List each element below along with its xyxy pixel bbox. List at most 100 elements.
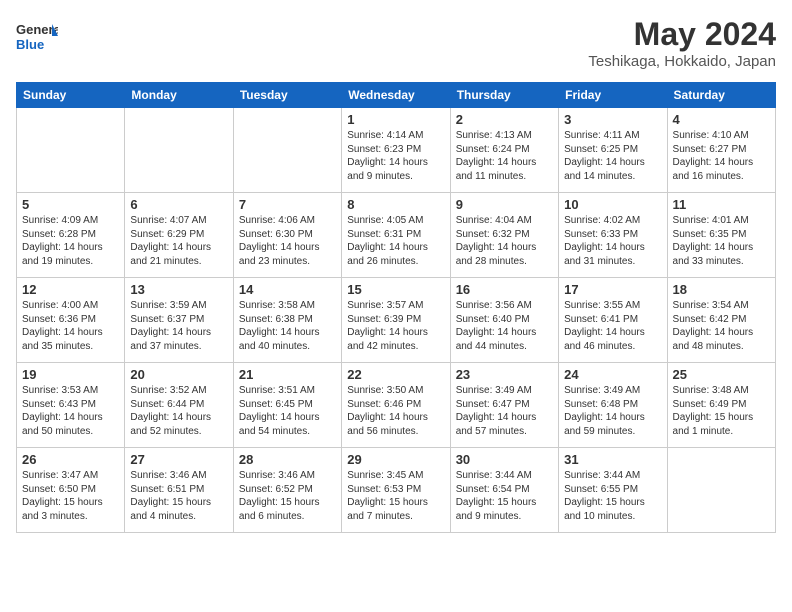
weekday-header-sunday: Sunday xyxy=(17,83,125,108)
day-info: Sunrise: 3:49 AMSunset: 6:47 PMDaylight:… xyxy=(456,384,553,438)
day-info: Sunrise: 3:48 AMSunset: 6:49 PMDaylight:… xyxy=(673,384,770,438)
weekday-header-saturday: Saturday xyxy=(667,83,775,108)
day-info: Sunrise: 4:06 AMSunset: 6:30 PMDaylight:… xyxy=(239,214,336,268)
day-number: 12 xyxy=(22,282,119,297)
calendar-table: SundayMondayTuesdayWednesdayThursdayFrid… xyxy=(16,82,776,533)
calendar-cell: 29 Sunrise: 3:45 AMSunset: 6:53 PMDayligh… xyxy=(342,448,450,533)
day-number: 19 xyxy=(22,367,119,382)
page-header: General Blue May 2024 Teshikaga, Hokkaid… xyxy=(16,16,776,70)
calendar-cell: 3 Sunrise: 4:11 AMSunset: 6:25 PMDaylight… xyxy=(559,108,667,193)
weekday-header-thursday: Thursday xyxy=(450,83,558,108)
calendar-cell xyxy=(125,108,233,193)
day-number: 13 xyxy=(130,282,227,297)
day-info: Sunrise: 3:50 AMSunset: 6:46 PMDaylight:… xyxy=(347,384,444,438)
day-info: Sunrise: 3:52 AMSunset: 6:44 PMDaylight:… xyxy=(130,384,227,438)
day-info: Sunrise: 3:59 AMSunset: 6:37 PMDaylight:… xyxy=(130,299,227,353)
day-number: 28 xyxy=(239,452,336,467)
day-info: Sunrise: 4:04 AMSunset: 6:32 PMDaylight:… xyxy=(456,214,553,268)
day-number: 26 xyxy=(22,452,119,467)
calendar-cell: 1 Sunrise: 4:14 AMSunset: 6:23 PMDaylight… xyxy=(342,108,450,193)
day-number: 3 xyxy=(564,112,661,127)
day-info: Sunrise: 4:11 AMSunset: 6:25 PMDaylight:… xyxy=(564,129,661,183)
day-number: 6 xyxy=(130,197,227,212)
calendar-week-1: 5 Sunrise: 4:09 AMSunset: 6:28 PMDaylight… xyxy=(17,193,776,278)
day-number: 2 xyxy=(456,112,553,127)
calendar-cell: 31 Sunrise: 3:44 AMSunset: 6:55 PMDayligh… xyxy=(559,448,667,533)
weekday-header-tuesday: Tuesday xyxy=(233,83,341,108)
calendar-cell: 16 Sunrise: 3:56 AMSunset: 6:40 PMDayligh… xyxy=(450,278,558,363)
day-info: Sunrise: 3:44 AMSunset: 6:55 PMDaylight:… xyxy=(564,469,661,523)
day-info: Sunrise: 3:55 AMSunset: 6:41 PMDaylight:… xyxy=(564,299,661,353)
calendar-cell: 15 Sunrise: 3:57 AMSunset: 6:39 PMDayligh… xyxy=(342,278,450,363)
calendar-cell: 11 Sunrise: 4:01 AMSunset: 6:35 PMDayligh… xyxy=(667,193,775,278)
day-info: Sunrise: 3:57 AMSunset: 6:39 PMDaylight:… xyxy=(347,299,444,353)
day-info: Sunrise: 4:10 AMSunset: 6:27 PMDaylight:… xyxy=(673,129,770,183)
location-title: Teshikaga, Hokkaido, Japan xyxy=(588,53,776,70)
svg-text:Blue: Blue xyxy=(16,37,44,52)
calendar-cell xyxy=(17,108,125,193)
month-title: May 2024 xyxy=(588,16,776,53)
calendar-cell: 10Sunrise: 4:02 AMSunset: 6:33 PMDayligh… xyxy=(559,193,667,278)
title-block: May 2024 Teshikaga, Hokkaido, Japan xyxy=(588,16,776,70)
day-info: Sunrise: 4:14 AMSunset: 6:23 PMDaylight:… xyxy=(347,129,444,183)
day-number: 11 xyxy=(673,197,770,212)
day-info: Sunrise: 4:09 AMSunset: 6:28 PMDaylight:… xyxy=(22,214,119,268)
calendar-cell: 2 Sunrise: 4:13 AMSunset: 6:24 PMDaylight… xyxy=(450,108,558,193)
calendar-cell: 22Sunrise: 3:50 AMSunset: 6:46 PMDayligh… xyxy=(342,363,450,448)
day-number: 30 xyxy=(456,452,553,467)
calendar-cell: 21 Sunrise: 3:51 AMSunset: 6:45 PMDayligh… xyxy=(233,363,341,448)
calendar-cell: 24 Sunrise: 3:49 AMSunset: 6:48 PMDayligh… xyxy=(559,363,667,448)
day-info: Sunrise: 4:02 AMSunset: 6:33 PMDaylight:… xyxy=(564,214,661,268)
logo: General Blue xyxy=(16,16,58,58)
day-number: 29 xyxy=(347,452,444,467)
day-info: Sunrise: 4:05 AMSunset: 6:31 PMDaylight:… xyxy=(347,214,444,268)
day-number: 9 xyxy=(456,197,553,212)
calendar-cell: 7 Sunrise: 4:06 AMSunset: 6:30 PMDaylight… xyxy=(233,193,341,278)
calendar-cell: 14Sunrise: 3:58 AMSunset: 6:38 PMDayligh… xyxy=(233,278,341,363)
calendar-cell: 9 Sunrise: 4:04 AMSunset: 6:32 PMDaylight… xyxy=(450,193,558,278)
day-info: Sunrise: 3:54 AMSunset: 6:42 PMDaylight:… xyxy=(673,299,770,353)
calendar-cell xyxy=(667,448,775,533)
day-info: Sunrise: 3:49 AMSunset: 6:48 PMDaylight:… xyxy=(564,384,661,438)
calendar-cell: 27 Sunrise: 3:46 AMSunset: 6:51 PMDayligh… xyxy=(125,448,233,533)
day-info: Sunrise: 3:46 AMSunset: 6:52 PMDaylight:… xyxy=(239,469,336,523)
calendar-week-0: 1 Sunrise: 4:14 AMSunset: 6:23 PMDaylight… xyxy=(17,108,776,193)
day-number: 31 xyxy=(564,452,661,467)
calendar-cell: 17 Sunrise: 3:55 AMSunset: 6:41 PMDayligh… xyxy=(559,278,667,363)
day-number: 14 xyxy=(239,282,336,297)
day-number: 15 xyxy=(347,282,444,297)
day-info: Sunrise: 3:47 AMSunset: 6:50 PMDaylight:… xyxy=(22,469,119,523)
calendar-cell: 20Sunrise: 3:52 AMSunset: 6:44 PMDayligh… xyxy=(125,363,233,448)
day-info: Sunrise: 3:46 AMSunset: 6:51 PMDaylight:… xyxy=(130,469,227,523)
calendar-cell: 28 Sunrise: 3:46 AMSunset: 6:52 PMDayligh… xyxy=(233,448,341,533)
calendar-week-4: 26 Sunrise: 3:47 AMSunset: 6:50 PMDayligh… xyxy=(17,448,776,533)
day-info: Sunrise: 4:01 AMSunset: 6:35 PMDaylight:… xyxy=(673,214,770,268)
weekday-header-wednesday: Wednesday xyxy=(342,83,450,108)
day-info: Sunrise: 3:56 AMSunset: 6:40 PMDaylight:… xyxy=(456,299,553,353)
day-number: 8 xyxy=(347,197,444,212)
day-number: 5 xyxy=(22,197,119,212)
calendar-cell: 4 Sunrise: 4:10 AMSunset: 6:27 PMDaylight… xyxy=(667,108,775,193)
weekday-header-row: SundayMondayTuesdayWednesdayThursdayFrid… xyxy=(17,83,776,108)
calendar-cell: 8 Sunrise: 4:05 AMSunset: 6:31 PMDaylight… xyxy=(342,193,450,278)
day-number: 27 xyxy=(130,452,227,467)
day-number: 1 xyxy=(347,112,444,127)
day-number: 24 xyxy=(564,367,661,382)
day-info: Sunrise: 3:51 AMSunset: 6:45 PMDaylight:… xyxy=(239,384,336,438)
day-info: Sunrise: 3:45 AMSunset: 6:53 PMDaylight:… xyxy=(347,469,444,523)
day-number: 25 xyxy=(673,367,770,382)
calendar-cell xyxy=(233,108,341,193)
day-number: 7 xyxy=(239,197,336,212)
day-number: 21 xyxy=(239,367,336,382)
calendar-cell: 26 Sunrise: 3:47 AMSunset: 6:50 PMDayligh… xyxy=(17,448,125,533)
day-info: Sunrise: 4:13 AMSunset: 6:24 PMDaylight:… xyxy=(456,129,553,183)
weekday-header-friday: Friday xyxy=(559,83,667,108)
day-number: 4 xyxy=(673,112,770,127)
day-number: 17 xyxy=(564,282,661,297)
calendar-cell: 30Sunrise: 3:44 AMSunset: 6:54 PMDayligh… xyxy=(450,448,558,533)
calendar-cell: 5 Sunrise: 4:09 AMSunset: 6:28 PMDaylight… xyxy=(17,193,125,278)
weekday-header-monday: Monday xyxy=(125,83,233,108)
day-number: 16 xyxy=(456,282,553,297)
calendar-week-2: 12Sunrise: 4:00 AMSunset: 6:36 PMDayligh… xyxy=(17,278,776,363)
day-info: Sunrise: 3:53 AMSunset: 6:43 PMDaylight:… xyxy=(22,384,119,438)
